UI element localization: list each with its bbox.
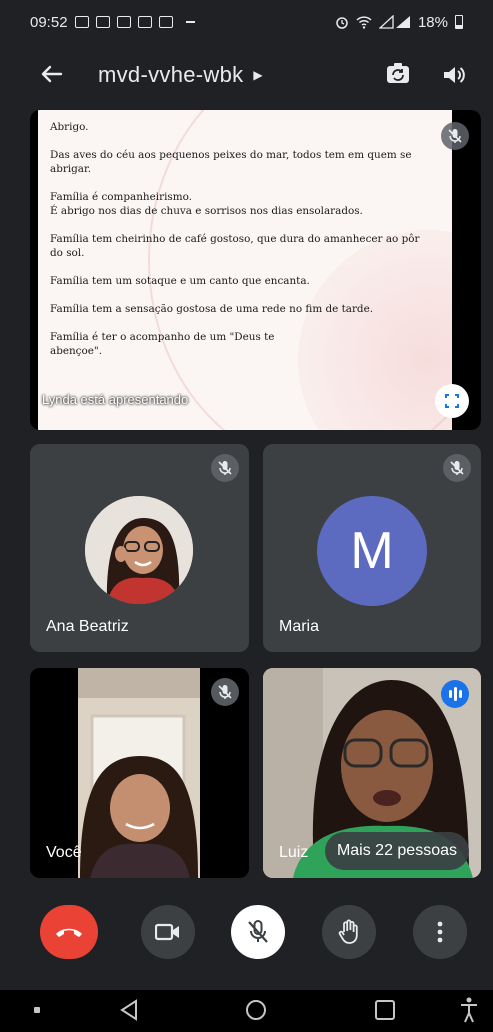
alarm-icon (336, 17, 348, 29)
status-right: 18% (335, 14, 463, 31)
nav-dot-icon (34, 1007, 40, 1013)
participant-name: Você (46, 844, 82, 861)
signal-icon (378, 15, 410, 29)
hand-icon (338, 919, 358, 944)
notification-icon (74, 16, 89, 28)
back-button[interactable] (38, 60, 66, 88)
video-camera-icon (155, 923, 179, 941)
presenter-label: Lynda está apresentando (42, 392, 189, 407)
avatar: M (317, 496, 427, 606)
nav-recents-icon[interactable] (374, 999, 396, 1021)
slide-line: Família é ter o acompanho de um "Deus te… (50, 331, 275, 357)
presentation-tile[interactable]: Abrigo. Das aves do céu aos pequenos pei… (30, 110, 481, 430)
status-bar: 09:52 18% (0, 0, 493, 44)
shared-slide: Abrigo. Das aves do céu aos pequenos pei… (38, 110, 452, 430)
more-notifications-icon (185, 21, 195, 23)
arrow-left-icon (41, 65, 63, 83)
more-options-button[interactable] (413, 905, 467, 959)
meeting-title-button[interactable]: mvd-vvhe-wbk ▶ (98, 62, 263, 88)
accessibility-icon[interactable] (458, 996, 480, 1024)
avatar (85, 496, 193, 604)
fullscreen-icon (445, 394, 459, 408)
participant-name: Luiz (279, 844, 309, 861)
muted-indicator (211, 678, 239, 706)
meeting-code: mvd-vvhe-wbk (98, 62, 244, 87)
fullscreen-button[interactable] (435, 384, 469, 418)
muted-indicator (443, 454, 471, 482)
slide-line: Abrigo. (50, 121, 89, 133)
wifi-icon (356, 16, 372, 29)
nav-back-icon[interactable] (118, 998, 140, 1022)
speaking-indicator (441, 680, 469, 708)
speaker-icon (444, 67, 465, 83)
mic-toggle-button[interactable] (231, 905, 285, 959)
mic-off-icon (218, 461, 232, 475)
system-nav-bar (0, 990, 493, 1032)
caret-right-icon: ▶ (253, 68, 263, 82)
muted-indicator (211, 454, 239, 482)
battery-percent: 18% (417, 13, 448, 31)
camera-toggle-button[interactable] (141, 905, 195, 959)
meeting-header: mvd-vvhe-wbk ▶ (0, 46, 493, 106)
mic-off-icon (248, 920, 268, 943)
nav-home-icon[interactable] (244, 998, 268, 1022)
mic-off-icon (450, 461, 464, 475)
switch-camera-button[interactable] (384, 60, 412, 88)
audio-bar (453, 687, 457, 701)
more-participants-chip[interactable]: Mais 22 pessoas (324, 832, 469, 870)
slide-line: Família tem a sensação gostosa de uma re… (50, 303, 374, 315)
more-vertical-icon (437, 921, 443, 943)
end-call-icon (56, 928, 82, 937)
participant-name: Maria (279, 618, 320, 635)
battery-icon (455, 15, 463, 29)
participant-tile-luiza[interactable]: Luiz Mais 22 pessoas (263, 668, 481, 878)
status-time: 09:52 (30, 13, 68, 31)
raise-hand-button[interactable] (322, 905, 376, 959)
participant-tile-ana[interactable]: Ana Beatriz (30, 444, 249, 652)
audio-bar (458, 690, 462, 698)
slide-line: Família é companheirismo. É abrigo nos d… (50, 191, 363, 217)
slide-line: Das aves do céu aos pequenos peixes do m… (50, 149, 412, 175)
audio-bar (448, 690, 452, 698)
participant-name: Ana Beatriz (46, 618, 129, 635)
presenter-muted-indicator (441, 122, 469, 150)
mic-off-icon (218, 685, 232, 699)
slide-text: Abrigo. Das aves do céu aos pequenos pei… (50, 120, 450, 372)
notification-icon (95, 16, 110, 28)
gmail-icon (116, 16, 131, 28)
drive-icon (137, 16, 152, 28)
slide-line: Família tem cheirinho de café gostoso, q… (50, 233, 420, 259)
audio-output-button[interactable] (440, 61, 468, 89)
avatar-photo (85, 496, 193, 604)
self-view-tile[interactable]: Você (30, 668, 249, 878)
mic-off-icon (448, 129, 462, 143)
participant-tile-maria[interactable]: M Maria (263, 444, 481, 652)
end-call-button[interactable] (40, 905, 98, 959)
status-left: 09:52 (30, 14, 195, 31)
slide-line: Família tem um sotaque e um canto que en… (50, 275, 310, 287)
camera-switch-icon (387, 63, 409, 83)
gallery-icon (158, 16, 173, 28)
